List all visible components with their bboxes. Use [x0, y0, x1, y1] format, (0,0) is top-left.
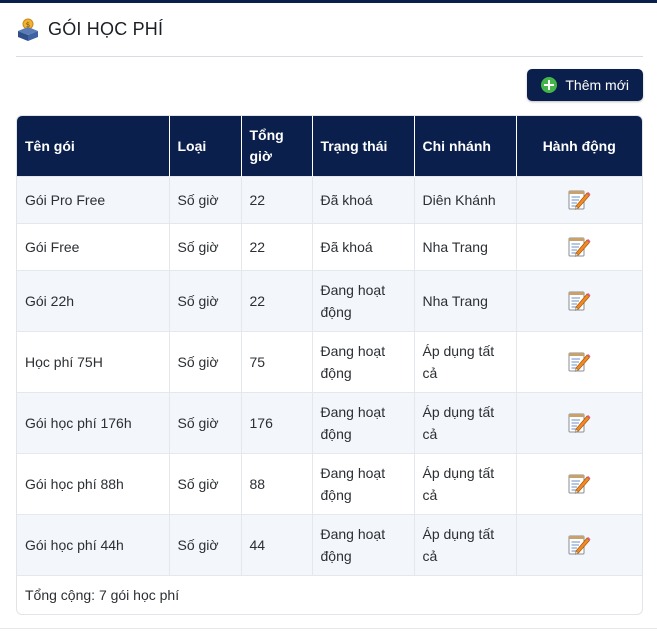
cell-status: Đang hoạt động — [312, 270, 415, 332]
cell-actions — [516, 392, 642, 454]
cell-type: Số giờ — [169, 453, 242, 515]
page-bottom-divider — [0, 628, 657, 629]
cell-name: Gói học phí 44h — [17, 514, 170, 575]
cell-branch: Áp dụng tất cả — [414, 453, 517, 515]
table-row: Gói Free Số giờ 22 Đã khoá Nha Trang — [17, 223, 642, 271]
col-header-type[interactable]: Loại — [169, 116, 242, 177]
cell-branch: Diên Khánh — [414, 176, 517, 224]
cell-actions — [516, 514, 642, 575]
cell-hours: 88 — [241, 453, 313, 515]
col-header-name[interactable]: Tên gói — [17, 116, 170, 177]
page-title: GÓI HỌC PHÍ — [48, 19, 164, 39]
edit-pencil-icon[interactable] — [567, 533, 591, 557]
cell-type: Số giờ — [169, 270, 242, 332]
cell-actions — [516, 453, 642, 515]
edit-pencil-icon[interactable] — [567, 235, 591, 259]
table-footer: Tổng cộng: 7 gói học phí — [17, 575, 642, 614]
cell-actions — [516, 270, 642, 332]
cell-actions — [516, 176, 642, 224]
cell-hours: 22 — [241, 176, 313, 224]
cell-branch: Nha Trang — [414, 223, 517, 271]
cell-status: Đang hoạt động — [312, 514, 415, 575]
cell-name: Gói Free — [17, 223, 170, 271]
col-header-status[interactable]: Trạng thái — [312, 116, 415, 177]
edit-pencil-icon[interactable] — [567, 188, 591, 212]
cell-type: Số giờ — [169, 176, 242, 224]
cell-status: Đã khoá — [312, 176, 415, 224]
cell-branch: Áp dụng tất cả — [414, 514, 517, 575]
cell-branch: Nha Trang — [414, 270, 517, 332]
table-header-row: Tên gói Loại Tổng giờ Trạng thái Chi nhá… — [17, 116, 642, 177]
cell-status: Đang hoạt động — [312, 453, 415, 515]
fee-table: Tên gói Loại Tổng giờ Trạng thái Chi nhá… — [16, 115, 643, 615]
add-new-button[interactable]: Thêm mới — [527, 69, 643, 101]
cell-branch: Áp dụng tất cả — [414, 331, 517, 393]
cell-branch: Áp dụng tất cả — [414, 392, 517, 454]
col-header-hours[interactable]: Tổng giờ — [241, 116, 313, 177]
edit-pencil-icon[interactable] — [567, 350, 591, 374]
edit-pencil-icon[interactable] — [567, 289, 591, 313]
col-header-branch[interactable]: Chi nhánh — [414, 116, 517, 177]
add-new-label: Thêm mới — [565, 77, 629, 93]
cell-name: Học phí 75H — [17, 331, 170, 393]
table-row: Gói học phí 44h Số giờ 44 Đang hoạt động… — [17, 514, 642, 575]
cell-name: Gói học phí 88h — [17, 453, 170, 515]
cell-hours: 44 — [241, 514, 313, 575]
cell-name: Gói Pro Free — [17, 176, 170, 224]
cell-actions — [516, 331, 642, 393]
panel-header: $ GÓI HỌC PHÍ — [16, 3, 643, 57]
cell-type: Số giờ — [169, 514, 242, 575]
cell-status: Đã khoá — [312, 223, 415, 271]
edit-pencil-icon[interactable] — [567, 411, 591, 435]
table-row: Gói 22h Số giờ 22 Đang hoạt động Nha Tra… — [17, 270, 642, 332]
cell-hours: 176 — [241, 392, 313, 454]
table-row: Gói học phí 176h Số giờ 176 Đang hoạt độ… — [17, 392, 642, 454]
table-row: Học phí 75H Số giờ 75 Đang hoạt động Áp … — [17, 331, 642, 393]
cell-type: Số giờ — [169, 331, 242, 393]
money-box-icon: $ — [16, 18, 40, 42]
cell-status: Đang hoạt động — [312, 331, 415, 393]
col-header-actions: Hành động — [516, 116, 642, 177]
cell-type: Số giờ — [169, 392, 242, 454]
cell-status: Đang hoạt động — [312, 392, 415, 454]
plus-circle-icon — [541, 77, 558, 93]
toolbar: Thêm mới — [16, 57, 643, 115]
cell-actions — [516, 223, 642, 271]
cell-name: Gói 22h — [17, 270, 170, 332]
table-row: Gói học phí 88h Số giờ 88 Đang hoạt động… — [17, 453, 642, 515]
edit-pencil-icon[interactable] — [567, 472, 591, 496]
cell-name: Gói học phí 176h — [17, 392, 170, 454]
cell-hours: 75 — [241, 331, 313, 393]
table-row: Gói Pro Free Số giờ 22 Đã khoá Diên Khán… — [17, 176, 642, 224]
cell-hours: 22 — [241, 270, 313, 332]
cell-hours: 22 — [241, 223, 313, 271]
total-count-text: Tổng cộng: 7 gói học phí — [25, 587, 180, 603]
cell-type: Số giờ — [169, 223, 242, 271]
fee-package-panel: $ GÓI HỌC PHÍ Thêm mới Tên gói Loại Tổng… — [16, 3, 643, 615]
